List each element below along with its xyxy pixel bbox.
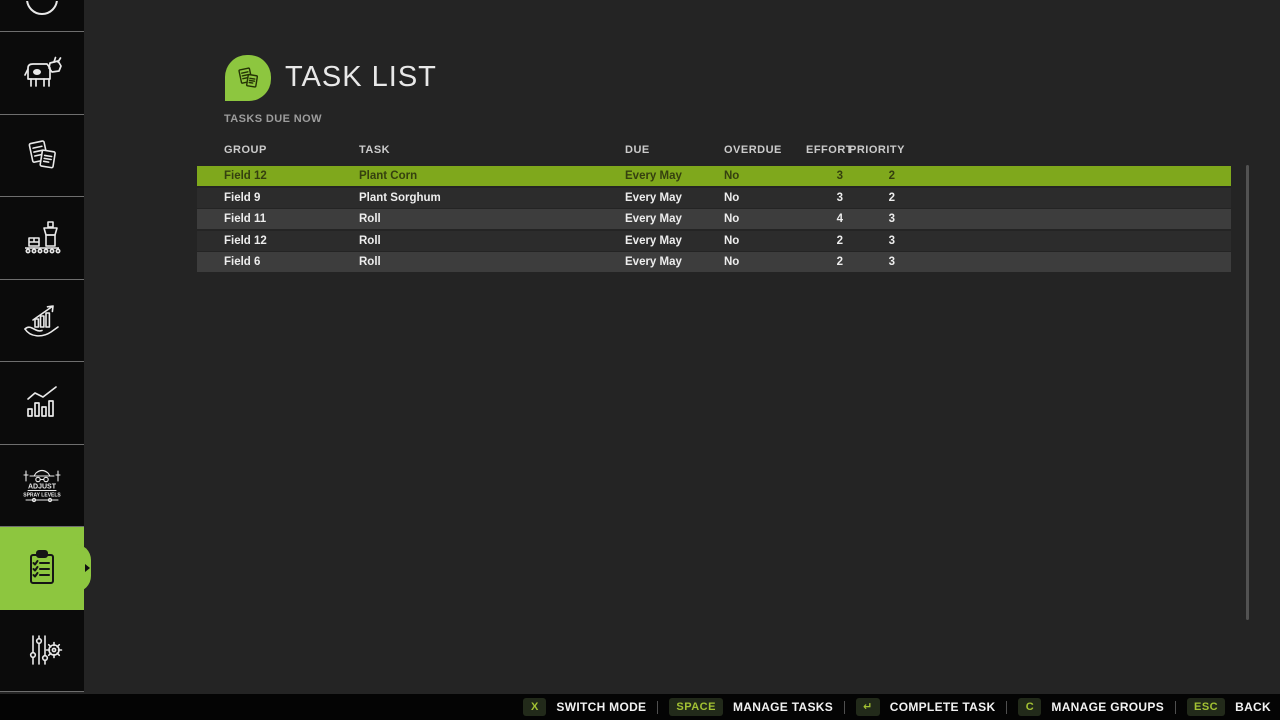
- hotkey-label: SWITCH MODE: [556, 700, 646, 714]
- cell-task: Roll: [359, 231, 381, 251]
- table-row[interactable]: Field 12 Roll Every May No 2 3: [197, 231, 1231, 251]
- cell-due: Every May: [625, 231, 682, 251]
- table-row[interactable]: Field 9 Plant Sorghum Every May No 3 2: [197, 188, 1231, 208]
- cell-group: Field 12: [224, 166, 267, 186]
- cell-overdue: No: [724, 188, 739, 208]
- task-list-screen: ADJUST SPRAY LEVELS: [0, 0, 1280, 720]
- spray-levels-icon: ADJUST SPRAY LEVELS: [14, 457, 70, 513]
- key-esc: ESC: [1187, 698, 1225, 716]
- sidebar: ADJUST SPRAY LEVELS: [0, 0, 84, 692]
- header-task: TASK: [359, 144, 390, 156]
- cell-due: Every May: [625, 188, 682, 208]
- cell-effort: 3: [803, 166, 843, 186]
- svg-text:ADJUST: ADJUST: [28, 484, 57, 491]
- hotkey-manage-groups[interactable]: C MANAGE GROUPS: [1018, 698, 1164, 716]
- key-enter-icon: ↵: [856, 698, 880, 716]
- cell-group: Field 12: [224, 231, 267, 251]
- sidebar-item-animals[interactable]: [0, 32, 84, 115]
- cell-due: Every May: [625, 166, 682, 186]
- cell-due: Every May: [625, 252, 682, 272]
- cell-group: Field 9: [224, 188, 260, 208]
- cell-task: Plant Sorghum: [359, 188, 441, 208]
- cow-icon: [18, 49, 66, 97]
- header-due: DUE: [625, 144, 650, 156]
- section-subtitle: TASKS DUE NOW: [224, 113, 322, 125]
- clipboard-checklist-icon: [18, 544, 66, 592]
- divider: [844, 701, 845, 714]
- cell-effort: 2: [803, 252, 843, 272]
- table-row[interactable]: Field 11 Roll Every May No 4 3: [197, 209, 1231, 229]
- circle-icon: [18, 1, 66, 31]
- cell-effort: 3: [803, 188, 843, 208]
- cell-overdue: No: [724, 231, 739, 251]
- cell-overdue: No: [724, 252, 739, 272]
- hotkey-label: BACK: [1235, 700, 1271, 714]
- cell-priority: 2: [855, 188, 895, 208]
- table-row[interactable]: Field 12 Plant Corn Every May No 3 2: [197, 166, 1231, 186]
- cell-group: Field 11: [224, 209, 266, 229]
- cell-overdue: No: [724, 166, 739, 186]
- sliders-gear-icon: [18, 626, 66, 674]
- key-x: X: [523, 698, 546, 716]
- key-space: SPACE: [669, 698, 723, 716]
- hotkey-label: MANAGE TASKS: [733, 700, 833, 714]
- documents-icon: [18, 131, 66, 179]
- task-table: GROUP TASK DUE OVERDUE EFFORT PRIORITY F…: [197, 144, 1231, 274]
- documents-icon: [231, 61, 265, 95]
- selected-tab-arrow-icon: [85, 564, 90, 572]
- table-header-row: GROUP TASK DUE OVERDUE EFFORT PRIORITY: [197, 144, 1231, 166]
- sales-chart-hand-icon: [18, 296, 66, 344]
- hotkey-back[interactable]: ESC BACK: [1187, 698, 1271, 716]
- cell-priority: 3: [855, 209, 895, 229]
- divider: [1175, 701, 1176, 714]
- cell-task: Roll: [359, 252, 381, 272]
- table-scrollbar[interactable]: [1246, 165, 1249, 620]
- table-row[interactable]: Field 6 Roll Every May No 2 3: [197, 252, 1231, 272]
- sidebar-item-settings[interactable]: [0, 610, 84, 693]
- sidebar-item-task-list[interactable]: [0, 527, 84, 610]
- cell-effort: 4: [803, 209, 843, 229]
- production-icon: [18, 214, 66, 262]
- header-effort: EFFORT: [806, 144, 853, 156]
- hotkey-complete-task[interactable]: ↵ COMPLETE TASK: [856, 698, 995, 716]
- hotkey-switch-mode[interactable]: X SWITCH MODE: [523, 698, 646, 716]
- cell-group: Field 6: [224, 252, 260, 272]
- sidebar-item-partial-circle[interactable]: [0, 0, 84, 32]
- task-list-title-icon: [225, 55, 271, 101]
- bar-chart-icon: [18, 379, 66, 427]
- cell-priority: 3: [855, 231, 895, 251]
- key-c: C: [1018, 698, 1041, 716]
- header-overdue: OVERDUE: [724, 144, 782, 156]
- hotkey-manage-tasks[interactable]: SPACE MANAGE TASKS: [669, 698, 833, 716]
- hotkey-label: MANAGE GROUPS: [1051, 700, 1164, 714]
- divider: [1006, 701, 1007, 714]
- divider: [657, 701, 658, 714]
- hotkey-bar: X SWITCH MODE SPACE MANAGE TASKS ↵ COMPL…: [0, 694, 1280, 720]
- sidebar-item-sales[interactable]: [0, 280, 84, 363]
- cell-priority: 2: [855, 166, 895, 186]
- cell-effort: 2: [803, 231, 843, 251]
- cell-task: Roll: [359, 209, 381, 229]
- sidebar-item-contracts[interactable]: [0, 115, 84, 198]
- sidebar-item-production[interactable]: [0, 197, 84, 280]
- sidebar-item-statistics[interactable]: [0, 362, 84, 445]
- header-group: GROUP: [224, 144, 267, 156]
- cell-due: Every May: [625, 209, 682, 229]
- sidebar-item-adjust-spray-levels[interactable]: ADJUST SPRAY LEVELS: [0, 445, 84, 528]
- svg-text:SPRAY LEVELS: SPRAY LEVELS: [23, 493, 61, 499]
- cell-overdue: No: [724, 209, 739, 229]
- header-priority: PRIORITY: [849, 144, 905, 156]
- page-title: TASK LIST: [285, 61, 437, 94]
- hotkey-label: COMPLETE TASK: [890, 700, 996, 714]
- cell-task: Plant Corn: [359, 166, 417, 186]
- cell-priority: 3: [855, 252, 895, 272]
